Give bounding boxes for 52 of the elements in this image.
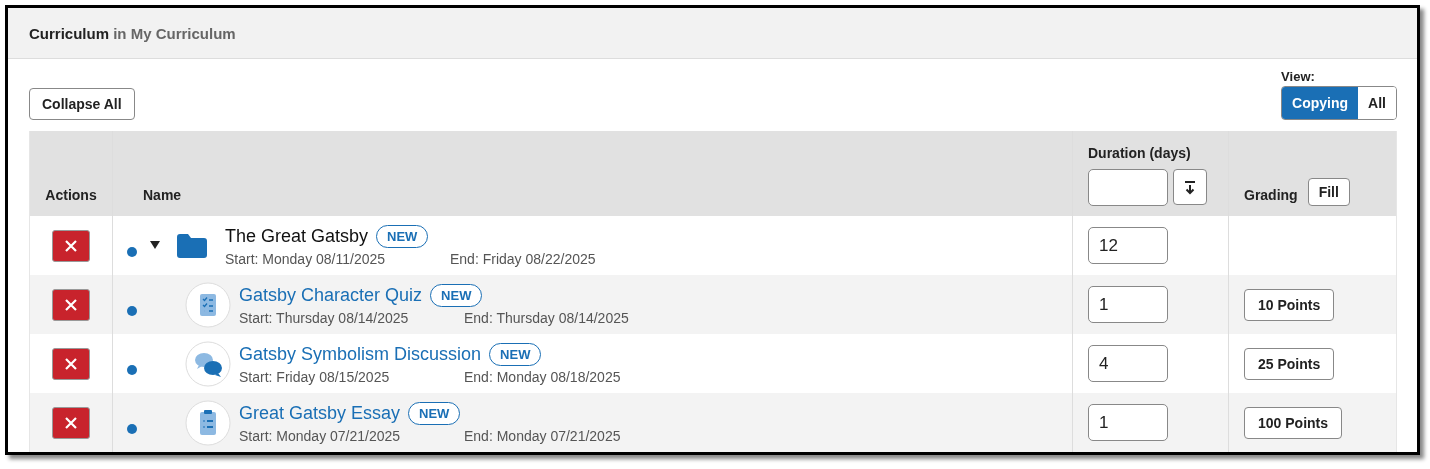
end-date: End: Thursday 08/14/2025: [464, 309, 630, 326]
status-dot: [127, 423, 137, 434]
view-option[interactable]: Copying: [1282, 87, 1359, 119]
start-date: Start: Friday 08/15/2025: [239, 368, 391, 385]
column-header: Actions: [45, 187, 97, 203]
new-badge: NEW: [408, 401, 461, 425]
duration-field[interactable]: 1: [1088, 286, 1168, 323]
close-icon: [65, 298, 77, 311]
page-title: Curriculum in My Curriculum: [29, 24, 236, 42]
collapse-all-button[interactable]: Collapse All: [29, 88, 135, 120]
fill-button[interactable]: Fill: [1307, 178, 1350, 206]
new-badge: NEW: [430, 283, 483, 307]
points-button[interactable]: 25 Points: [1244, 347, 1335, 380]
new-badge: NEW: [489, 342, 542, 366]
remove-button[interactable]: [52, 406, 90, 439]
duration-field[interactable]: 12: [1088, 227, 1168, 264]
new-badge: NEW: [376, 224, 429, 248]
duration-field[interactable]: 1: [1088, 404, 1168, 441]
remove-button[interactable]: [52, 229, 90, 262]
caret-icon[interactable]: [150, 240, 160, 251]
status-dot: [127, 246, 137, 257]
item-link[interactable]: Gatsby Character Quiz: [239, 284, 423, 306]
remove-button[interactable]: [52, 347, 90, 380]
end-date: End: Friday 08/22/2025: [450, 250, 597, 267]
checklist-icon: [185, 281, 231, 328]
points-button[interactable]: 100 Points: [1244, 406, 1343, 439]
start-date: Start: Thursday 08/14/2025: [239, 309, 410, 326]
duration-field[interactable]: 4: [1088, 345, 1168, 382]
fill-down-icon: [1183, 179, 1197, 195]
column-header: Name: [143, 187, 182, 203]
status-dot: [127, 305, 137, 316]
end-date: End: Monday 08/18/2025: [464, 368, 622, 385]
close-icon: [65, 416, 77, 429]
duration-field[interactable]: [1088, 169, 1168, 206]
clipboard-icon: [185, 399, 231, 446]
end-date: End: Monday 07/21/2025: [464, 427, 622, 444]
chat-bubbles-icon: [185, 340, 231, 387]
folder-icon: [177, 233, 207, 258]
item-title: The Great Gatsby: [225, 225, 369, 247]
start-date: Start: Monday 08/11/2025: [225, 250, 387, 267]
close-icon: [65, 357, 77, 370]
close-icon: [65, 239, 77, 252]
column-header: Duration (days): [1088, 145, 1191, 161]
remove-button[interactable]: [52, 288, 90, 321]
item-link[interactable]: Great Gatsby Essay: [239, 402, 401, 424]
view-label: View:: [1281, 69, 1315, 84]
start-date: Start: Monday 07/21/2025: [239, 427, 402, 444]
item-link[interactable]: Gatsby Symbolism Discussion: [239, 343, 482, 365]
fill-down-button[interactable]: [1173, 169, 1207, 205]
status-dot: [127, 364, 137, 375]
column-header: Grading: [1244, 187, 1298, 203]
points-button[interactable]: 10 Points: [1244, 288, 1335, 321]
